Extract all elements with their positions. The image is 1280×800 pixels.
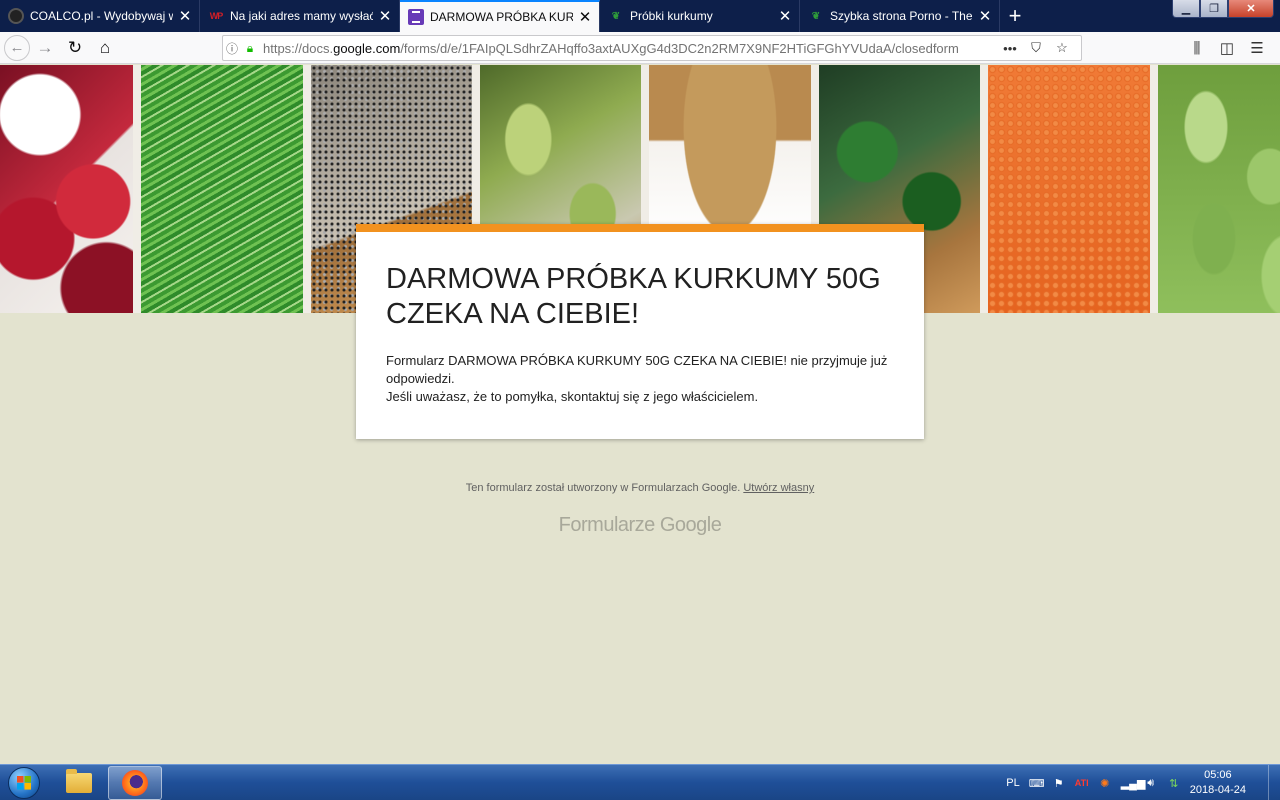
language-indicator[interactable]: PL: [1006, 777, 1019, 789]
close-icon[interactable]: ✕: [177, 8, 193, 25]
ati-icon[interactable]: ATI: [1075, 778, 1089, 788]
close-icon[interactable]: ✕: [577, 9, 593, 26]
footer-note-text: Ten formularz został utworzony w Formula…: [465, 482, 741, 494]
tab-probki-kurkumy[interactable]: ❦ Próbki kurkumy ✕: [600, 0, 800, 32]
tab-title: Próbki kurkumy: [630, 9, 713, 23]
info-icon[interactable]: ⓘ: [223, 40, 241, 57]
new-tab-button[interactable]: +: [1000, 0, 1030, 32]
menu-icon[interactable]: ☰: [1242, 39, 1272, 57]
sidebar-icon[interactable]: ◫: [1212, 39, 1242, 57]
windows-logo-icon: [8, 767, 40, 799]
closed-form-card: DARMOWA PRÓBKA KURKUMY 50G CZEKA NA CIEB…: [356, 224, 924, 439]
url-prefix: https://docs.: [263, 40, 334, 56]
closed-form-message: Formularz DARMOWA PRÓBKA KURKUMY 50G CZE…: [386, 352, 894, 406]
chive-image: [141, 65, 303, 313]
library-icon[interactable]: ⫼: [1182, 40, 1212, 57]
navigation-bar: ← → ↻ ⌂ ⓘ 🔒︎ https://docs.google.com/for…: [0, 32, 1280, 64]
avast-icon[interactable]: ✺: [1098, 777, 1112, 790]
maximize-button[interactable]: ❐: [1200, 0, 1228, 18]
firefox-icon: [122, 770, 148, 796]
cranberry-image: [0, 65, 133, 313]
create-own-link[interactable]: Utwórz własny: [743, 482, 814, 494]
clock-date: 2018-04-24: [1189, 784, 1246, 796]
windows-taskbar: PL ⌨ ⚑ ATI ✺ ▂▄▆ 🔊︎ ⇅ 05:06 2018-04-24: [0, 764, 1280, 800]
coalco-icon: [8, 8, 24, 24]
toolbar-right: ⫼ ◫ ☰: [1182, 32, 1272, 64]
reload-button[interactable]: ↻: [60, 34, 90, 62]
action-center-flag-icon[interactable]: ⚑: [1052, 777, 1066, 790]
bookmark-star-icon[interactable]: ☆: [1049, 40, 1075, 56]
start-button[interactable]: [4, 765, 44, 800]
footer-note: Ten formularz został utworzony w Formula…: [0, 482, 1280, 494]
window-controls: ▁ ❐ ✕: [1172, 0, 1274, 18]
closed-message-line: Formularz DARMOWA PRÓBKA KURKUMY 50G CZE…: [386, 353, 888, 386]
tab-title: DARMOWA PRÓBKA KURKUMY: [430, 10, 573, 24]
system-tray: PL ⌨ ⚑ ATI ✺ ▂▄▆ 🔊︎ ⇅ 05:06 2018-04-24: [1006, 765, 1280, 800]
wp-icon: WP: [209, 11, 224, 21]
green-peas-image: [1158, 65, 1280, 313]
file-explorer-button[interactable]: [52, 766, 106, 800]
close-icon[interactable]: ✕: [977, 8, 993, 25]
contact-owner-line: Jeśli uważasz, że to pomyłka, skontaktuj…: [386, 389, 759, 404]
url-bar[interactable]: ⓘ 🔒︎ https://docs.google.com/forms/d/e/1…: [222, 35, 1082, 61]
pocket-icon[interactable]: ⛉: [1023, 40, 1049, 56]
firefox-taskbar-button[interactable]: [108, 766, 162, 800]
tab-darmowa-probka[interactable]: DARMOWA PRÓBKA KURKUMY ✕: [400, 0, 600, 32]
tab-szybka-strona[interactable]: ❦ Szybka strona Porno - Theme ✕: [800, 0, 1000, 32]
clock-time: 05:06: [1204, 769, 1232, 781]
clock[interactable]: 05:06 2018-04-24: [1190, 768, 1246, 798]
back-button[interactable]: ←: [4, 34, 30, 61]
network-signal-icon[interactable]: ▂▄▆: [1121, 777, 1146, 790]
close-icon[interactable]: ✕: [777, 8, 793, 25]
form-title: DARMOWA PRÓBKA KURKUMY 50G CZEKA NA CIEB…: [386, 263, 881, 330]
tab-strip: COALCO.pl - Wydobywaj wirtu ✕ WP Na jaki…: [0, 0, 1280, 32]
tab-title: Szybka strona Porno - Theme: [830, 9, 973, 23]
volume-icon[interactable]: 🔊︎: [1144, 777, 1158, 790]
home-button[interactable]: ⌂: [90, 34, 120, 62]
close-icon[interactable]: ✕: [377, 8, 393, 25]
tab-title: COALCO.pl - Wydobywaj wirtu: [30, 9, 173, 23]
show-desktop-button[interactable]: [1268, 765, 1280, 800]
google-forms-logo[interactable]: Formularze Google: [0, 514, 1280, 537]
forward-button[interactable]: →: [30, 34, 60, 62]
url-host: google.com: [333, 40, 401, 56]
minimize-button[interactable]: ▁: [1172, 0, 1200, 18]
tab-title: Na jaki adres mamy wysłać Tw: [230, 9, 373, 23]
keyboard-icon[interactable]: ⌨: [1029, 777, 1045, 790]
close-window-button[interactable]: ✕: [1228, 0, 1274, 18]
red-lentils-image: [988, 65, 1150, 313]
url-actions: ••• ⛉ ☆: [997, 40, 1081, 56]
url-path: /forms/d/e/1FAIpQLSdhrZAHqffo3axtAUXgG4d…: [400, 40, 959, 56]
folder-icon: [66, 769, 92, 793]
page-actions-icon[interactable]: •••: [997, 41, 1023, 56]
lock-icon[interactable]: 🔒︎: [241, 41, 259, 56]
tab-coalco[interactable]: COALCO.pl - Wydobywaj wirtu ✕: [0, 0, 200, 32]
leaf-icon: ❦: [811, 10, 821, 22]
leaf-icon: ❦: [611, 10, 621, 22]
url-text[interactable]: https://docs.google.com/forms/d/e/1FAIpQ…: [259, 41, 997, 56]
update-icon[interactable]: ⇅: [1167, 777, 1181, 790]
google-forms-icon: [408, 9, 424, 25]
tab-address[interactable]: WP Na jaki adres mamy wysłać Tw ✕: [200, 0, 400, 32]
